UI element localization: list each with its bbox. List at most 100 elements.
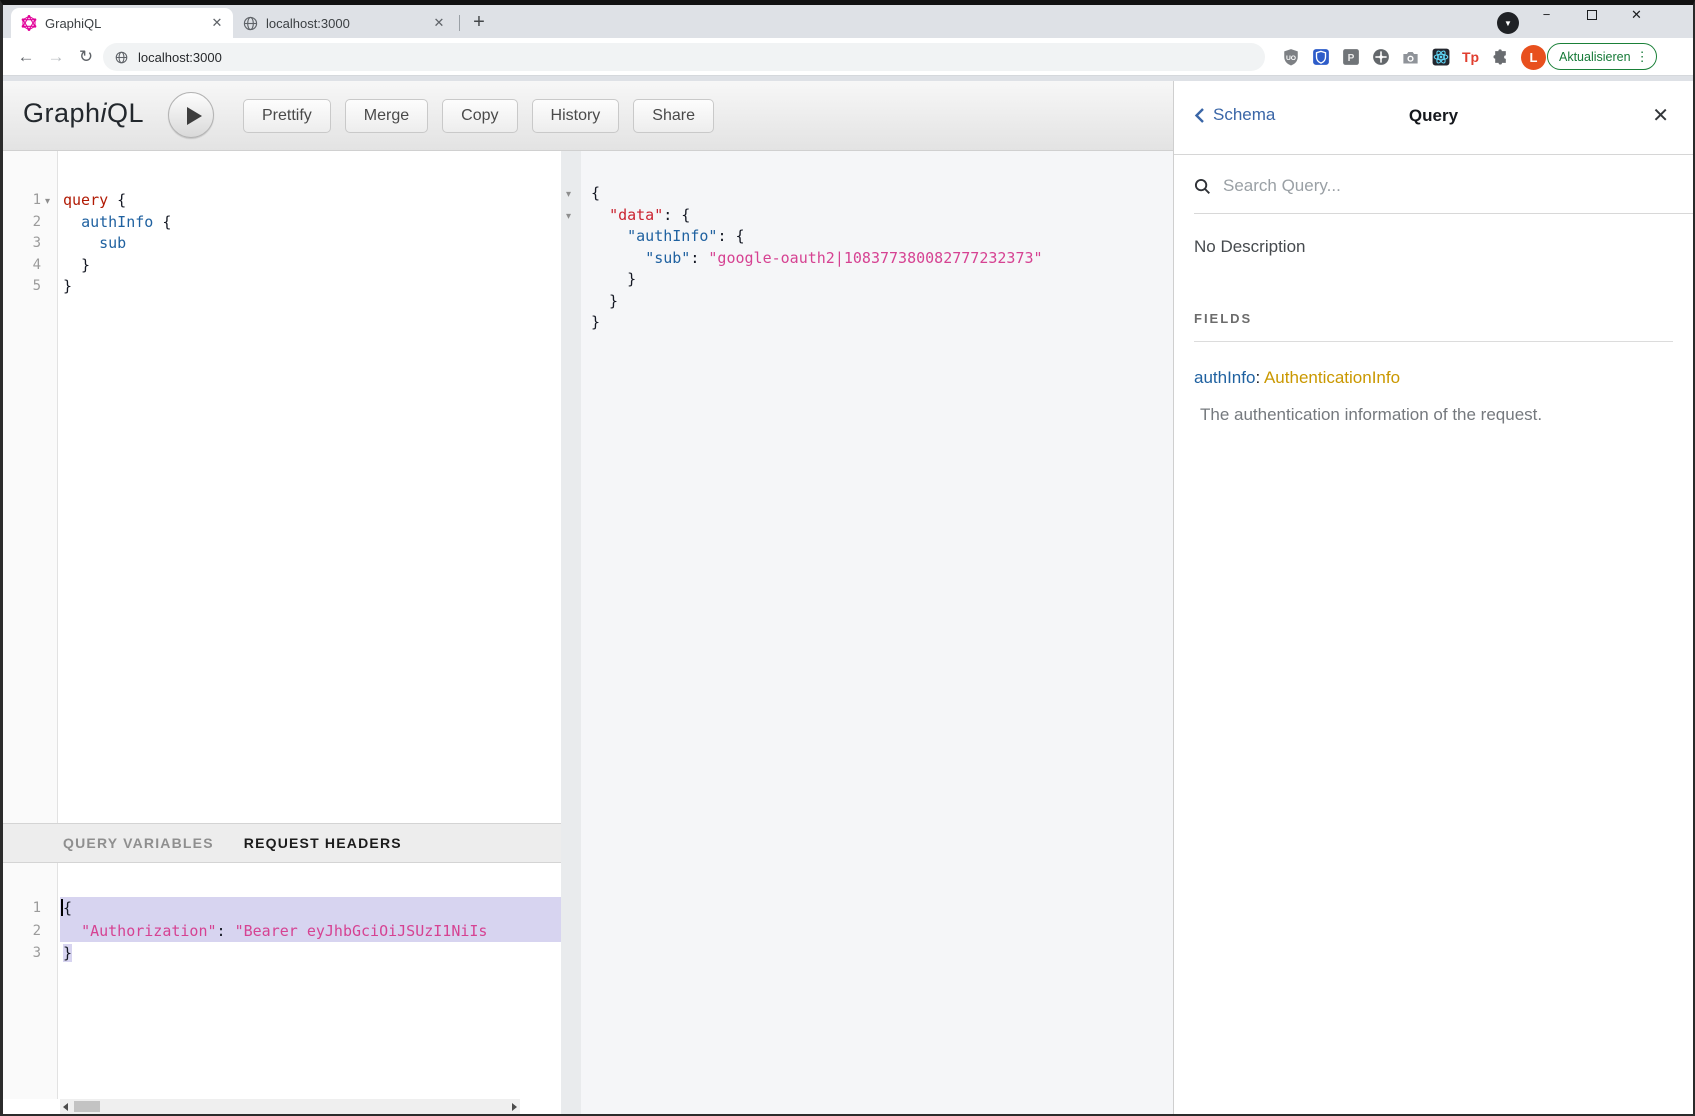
graphiql-topbar: GraphiQL Prettify Merge Copy History Share xyxy=(3,81,1173,151)
field-type-link[interactable]: AuthenticationInfo xyxy=(1264,368,1400,387)
line-number: 1 xyxy=(3,897,41,920)
tab-title: localhost:3000 xyxy=(266,16,431,31)
tab-title: GraphiQL xyxy=(45,16,209,31)
kebab-menu-icon[interactable]: ⋮ xyxy=(1636,49,1649,65)
browser-toolbar: ← → ↻ localhost:3000 UO P xyxy=(3,38,1693,76)
doc-search-input[interactable]: Search Query... xyxy=(1194,155,1693,214)
browser-window: GraphiQL ✕ localhost:3000 ✕ + ▼ − ✕ ← → … xyxy=(0,0,1695,1116)
scrollbar-thumb[interactable] xyxy=(74,1101,100,1112)
doc-explorer: Schema Query ✕ Search Query... No Descri… xyxy=(1173,81,1693,1114)
code-line: } xyxy=(561,291,1173,313)
field-name-link[interactable]: authInfo xyxy=(1194,368,1255,387)
search-icon xyxy=(1194,178,1211,195)
forward-icon[interactable]: → xyxy=(43,44,69,70)
line-number: 5 xyxy=(3,276,41,298)
profile-avatar[interactable]: L xyxy=(1521,45,1546,70)
scroll-left-icon[interactable] xyxy=(63,1103,68,1111)
variables-tab-bar: QUERY VARIABLES REQUEST HEADERS xyxy=(3,823,561,863)
code-line: "sub": "google-oauth2|108377380082777232… xyxy=(561,248,1173,270)
code-line: 1{ xyxy=(3,897,561,920)
code-line: "authInfo": { xyxy=(561,226,1173,248)
request-headers-editor[interactable]: 1{2 "Authorization": "Bearer eyJhbGciOiJ… xyxy=(3,863,561,1099)
url-text: localhost:3000 xyxy=(138,50,222,65)
tab-separator xyxy=(459,15,460,31)
code-line: ▾ "data": { xyxy=(561,205,1173,227)
close-window-button[interactable]: ✕ xyxy=(1614,2,1659,26)
address-bar[interactable]: localhost:3000 xyxy=(103,43,1265,71)
fold-arrow-icon[interactable]: ▾ xyxy=(566,206,571,228)
tp-extension-icon[interactable]: Tp xyxy=(1461,48,1480,67)
react-devtools-extension-icon[interactable] xyxy=(1431,48,1450,67)
new-tab-button[interactable]: + xyxy=(465,9,493,37)
minimize-button[interactable]: − xyxy=(1524,2,1569,26)
code-line: 3} xyxy=(3,942,561,965)
toolbar-button-prettify[interactable]: Prettify xyxy=(243,99,331,133)
line-number: 3 xyxy=(3,233,41,255)
execute-query-button[interactable] xyxy=(168,92,214,138)
result-viewer: ▾{▾ "data": { "authInfo": { "sub": "goog… xyxy=(561,183,1173,334)
code-line: 2 "Authorization": "Bearer eyJhbGciOiJSU… xyxy=(3,920,561,943)
result-pane: ▾{▾ "data": { "authInfo": { "sub": "goog… xyxy=(561,151,1173,1114)
maximize-icon xyxy=(1587,10,1597,20)
ublock-extension-icon[interactable]: UO xyxy=(1281,48,1300,67)
code-line: 4 } xyxy=(3,255,561,277)
horizontal-scrollbar[interactable] xyxy=(60,1099,520,1114)
window-controls: − ✕ xyxy=(1524,2,1659,26)
p-extension-icon[interactable]: P xyxy=(1341,48,1360,67)
line-number: 4 xyxy=(3,255,41,277)
move-target-extension-icon[interactable] xyxy=(1371,48,1390,67)
tab-search-icon[interactable]: ▼ xyxy=(1497,12,1519,34)
field-row: authInfo: AuthenticationInfo xyxy=(1194,368,1673,388)
svg-text:P: P xyxy=(1347,53,1354,64)
camera-extension-icon[interactable] xyxy=(1401,48,1420,67)
puzzle-extensions-menu-icon[interactable] xyxy=(1491,48,1510,67)
query-pane: 1▾query {2 authInfo {3 sub4 }5} QUERY VA… xyxy=(3,151,561,1114)
tab-query-variables[interactable]: QUERY VARIABLES xyxy=(63,835,214,851)
browser-tab-localhost[interactable]: localhost:3000 ✕ xyxy=(233,8,455,38)
code-line: 3 sub xyxy=(3,233,561,255)
extensions-row: UO P Tp L xyxy=(1281,43,1546,71)
scroll-right-icon[interactable] xyxy=(512,1103,517,1111)
tab-strip: GraphiQL ✕ localhost:3000 ✕ + ▼ − ✕ xyxy=(3,5,1693,38)
site-globe-icon xyxy=(115,51,128,64)
reload-icon[interactable]: ↻ xyxy=(73,44,99,70)
fold-arrow-icon[interactable]: ▾ xyxy=(566,184,571,206)
graphiql-logo: GraphiQL xyxy=(23,98,144,129)
browser-tab-graphiql[interactable]: GraphiQL ✕ xyxy=(11,8,233,38)
graphiql-app: GraphiQL Prettify Merge Copy History Share 1… xyxy=(3,81,1693,1114)
graphql-favicon-icon xyxy=(21,15,37,31)
toolbar-button-history[interactable]: History xyxy=(532,99,620,133)
tab-close-icon[interactable]: ✕ xyxy=(431,15,447,31)
line-number: 2 xyxy=(3,212,41,234)
code-line: 1▾query { xyxy=(3,190,561,212)
maximize-button[interactable] xyxy=(1569,2,1614,26)
bitwarden-extension-icon[interactable] xyxy=(1311,48,1330,67)
tab-request-headers[interactable]: REQUEST HEADERS xyxy=(244,835,402,851)
toolbar-button-copy[interactable]: Copy xyxy=(442,99,517,133)
doc-title: Query xyxy=(1174,106,1693,126)
code-line: } xyxy=(561,312,1173,334)
line-number: 3 xyxy=(3,942,41,965)
type-description: No Description xyxy=(1194,237,1673,257)
aktualisieren-label: Aktualisieren xyxy=(1559,50,1631,64)
query-editor[interactable]: 1▾query {2 authInfo {3 sub4 }5} xyxy=(3,151,561,823)
doc-explorer-header: Schema Query ✕ xyxy=(1174,81,1693,155)
field-description: The authentication information of the re… xyxy=(1200,405,1673,425)
aktualisieren-button[interactable]: Aktualisieren ⋮ xyxy=(1547,43,1657,70)
toolbar-button-merge[interactable]: Merge xyxy=(345,99,428,133)
toolbar-button-share[interactable]: Share xyxy=(633,99,714,133)
fold-arrow-icon[interactable]: ▾ xyxy=(45,191,50,213)
code-line: 5} xyxy=(3,276,561,298)
doc-close-icon[interactable]: ✕ xyxy=(1652,103,1669,128)
toolbar-buttons: Prettify Merge Copy History Share xyxy=(243,99,714,133)
svg-text:UO: UO xyxy=(1285,55,1295,62)
search-placeholder: Search Query... xyxy=(1223,176,1341,196)
back-icon[interactable]: ← xyxy=(13,44,39,70)
globe-favicon-icon xyxy=(243,16,258,31)
code-line: ▾{ xyxy=(561,183,1173,205)
fields-section-header: FIELDS xyxy=(1194,311,1673,342)
line-number: 1 xyxy=(3,190,41,212)
play-icon xyxy=(187,107,202,125)
text-cursor xyxy=(61,899,63,916)
tab-close-icon[interactable]: ✕ xyxy=(209,15,225,31)
